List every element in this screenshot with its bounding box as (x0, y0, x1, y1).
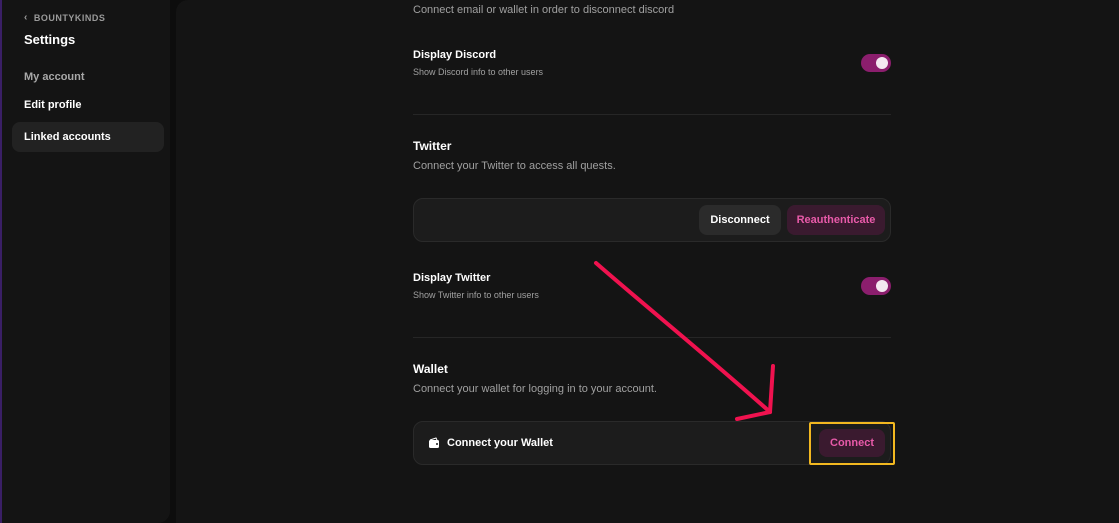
twitter-section-title: Twitter (413, 139, 452, 153)
toggle-knob (876, 280, 888, 292)
back-link-label: BOUNTYKINDS (33, 12, 106, 23)
sidebar-item-label: Edit profile (24, 99, 82, 111)
toggle-knob (876, 57, 888, 69)
twitter-section-description: Connect your Twitter to access all quest… (413, 160, 616, 172)
twitter-account-panel: Disconnect Reauthenticate (413, 198, 891, 242)
main-panel: Connect email or wallet in order to disc… (176, 0, 1119, 523)
section-divider (413, 114, 891, 115)
sidebar-item-label: My account (24, 71, 85, 83)
connect-wallet-label: Connect your Wallet (447, 437, 553, 449)
wallet-section-title: Wallet (413, 362, 448, 376)
sidebar-item-edit-profile[interactable]: Edit profile (12, 90, 164, 120)
twitter-reauthenticate-button[interactable]: Reauthenticate (787, 205, 885, 235)
sidebar-item-linked-accounts[interactable]: Linked accounts (12, 122, 164, 152)
chevron-left-icon: ‹ (24, 12, 28, 23)
wallet-icon (429, 437, 439, 448)
sidebar-item-label: Linked accounts (24, 131, 111, 143)
display-discord-description: Show Discord info to other users (413, 67, 544, 77)
back-link[interactable]: ‹ BOUNTYKINDS (24, 12, 105, 23)
display-twitter-label: Display Twitter (413, 272, 491, 284)
display-twitter-toggle[interactable] (861, 277, 891, 295)
wallet-section-description: Connect your wallet for logging in to yo… (413, 383, 657, 395)
page-title: Settings (24, 32, 76, 47)
sidebar-item-my-account[interactable]: My account (12, 62, 164, 92)
connect-button-highlight (809, 422, 895, 465)
display-discord-toggle[interactable] (861, 54, 891, 72)
twitter-disconnect-button[interactable]: Disconnect (699, 205, 781, 235)
section-divider (413, 337, 891, 338)
display-twitter-description: Show Twitter info to other users (413, 290, 539, 300)
app-frame: ‹ BOUNTYKINDS Settings My account Edit p… (0, 0, 1119, 523)
settings-sidebar: ‹ BOUNTYKINDS Settings My account Edit p… (2, 0, 170, 523)
discord-connect-hint: Connect email or wallet in order to disc… (413, 4, 675, 16)
display-discord-label: Display Discord (413, 49, 497, 61)
